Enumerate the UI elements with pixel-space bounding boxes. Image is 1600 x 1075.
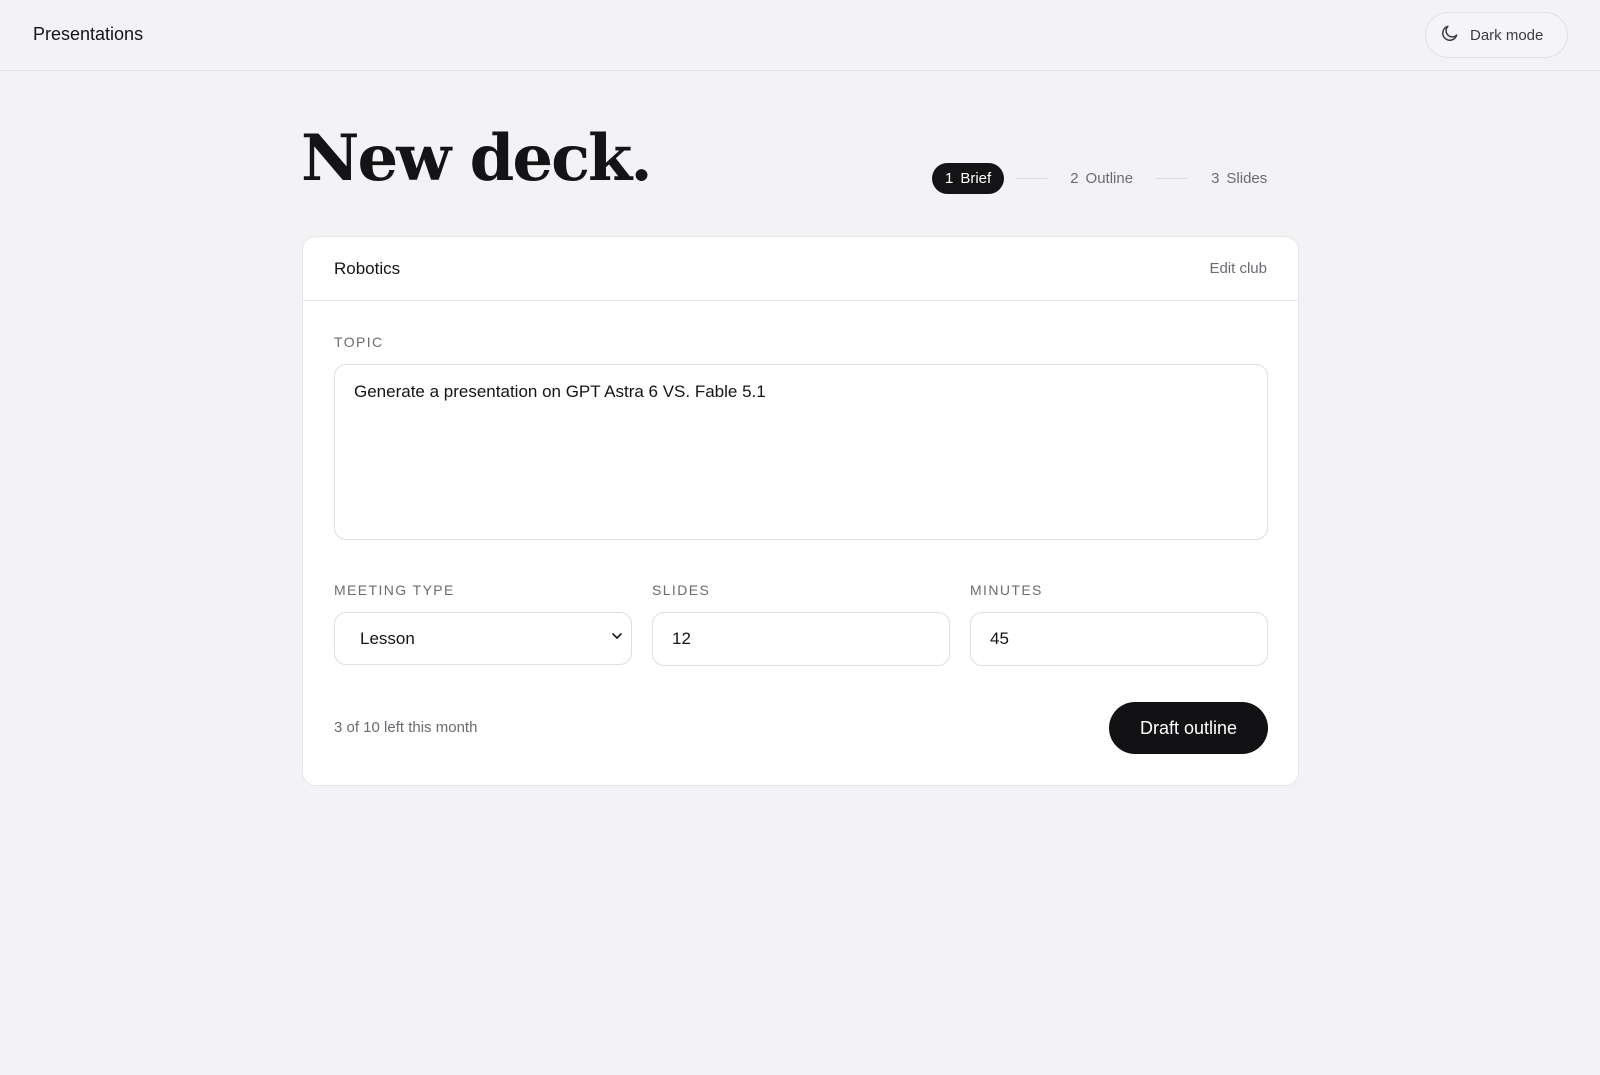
slides-label: SLIDES [652,582,711,598]
stepper: 1 Brief 2 Outline 3 Slides [932,163,1267,194]
moon-icon [1440,23,1460,48]
meeting-type-select[interactable]: Lesson [334,612,632,665]
step-label: Outline [1085,170,1134,187]
top-bar: Presentations Dark mode [0,0,1600,71]
minutes-input[interactable]: 45 [970,612,1268,666]
topic-label: TOPIC [334,334,384,350]
minutes-value: 45 [990,629,1009,648]
page-title: New deck. [301,121,653,196]
step-divider [1155,178,1188,179]
slides-input[interactable]: 12 [652,612,950,666]
step-label: Brief [960,170,992,187]
edit-club-link[interactable]: Edit club [1209,260,1267,277]
club-name: Robotics [334,258,401,278]
step-number: 3 [1211,170,1220,187]
step-number: 1 [945,170,954,187]
chevron-down-icon [609,628,625,649]
app-title: Presentations [33,24,144,44]
step-number: 2 [1070,170,1079,187]
dark-mode-label: Dark mode [1470,26,1544,44]
step-slides[interactable]: 3 Slides [1211,163,1267,194]
brief-card: Robotics Edit club TOPIC Generate a pres… [302,236,1299,786]
draft-outline-button[interactable]: Draft outline [1109,702,1268,754]
step-label: Slides [1226,170,1268,187]
step-outline[interactable]: 2 Outline [1070,163,1133,194]
meeting-type-label: MEETING TYPE [334,582,455,598]
step-divider [1015,178,1048,179]
dark-mode-button[interactable]: Dark mode [1425,12,1568,58]
meeting-type-value: Lesson [360,628,415,648]
card-header: Robotics Edit club [303,237,1298,301]
quota-text: 3 of 10 left this month [334,719,478,736]
slides-value: 12 [672,629,691,648]
topic-textarea[interactable]: Generate a presentation on GPT Astra 6 V… [334,364,1268,540]
step-brief[interactable]: 1 Brief [932,163,1005,194]
minutes-label: MINUTES [970,582,1043,598]
